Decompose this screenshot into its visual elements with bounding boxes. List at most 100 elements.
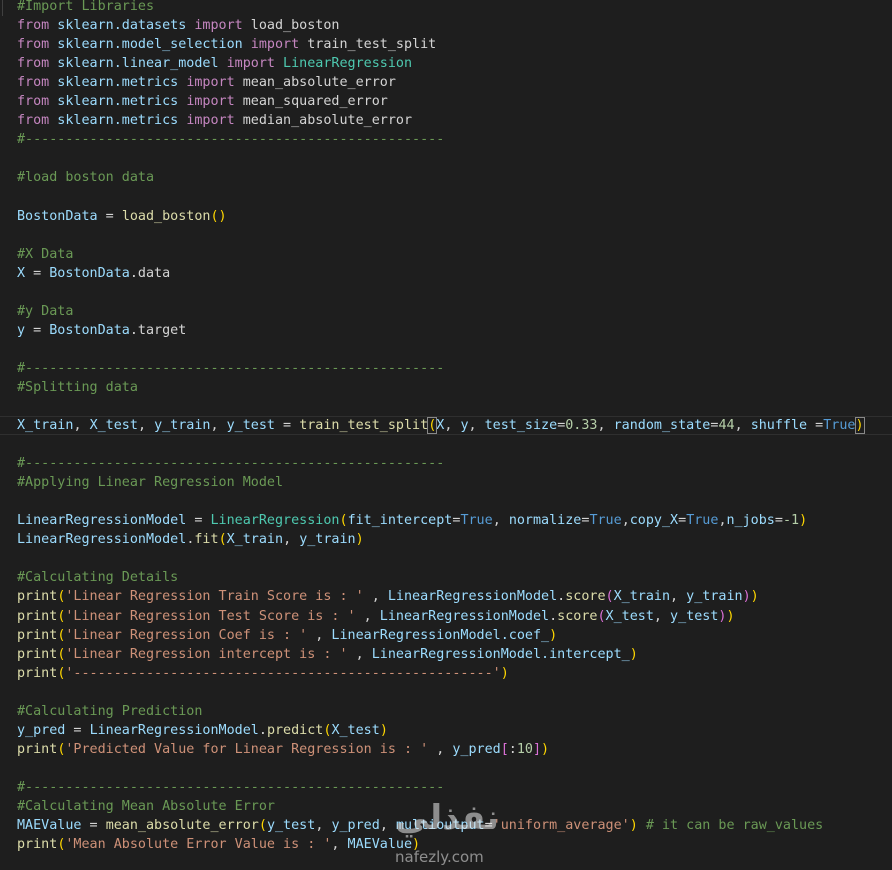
code-line[interactable]: X = BostonData.data [0, 264, 892, 283]
code-token: #load boston data [17, 170, 155, 186]
code-line[interactable] [0, 149, 892, 168]
code-editor[interactable]: #Import Libraries from sklearn.datasets i… [0, 0, 892, 854]
code-line[interactable]: #---------------------------------------… [0, 359, 892, 378]
code-line[interactable]: from sklearn.metrics import median_absol… [0, 111, 892, 130]
code-line[interactable]: print('---------------------------------… [0, 664, 892, 683]
code-token: y_train [686, 589, 743, 605]
code-token: #---------------------------------------… [17, 779, 445, 795]
code-token: = [484, 818, 493, 834]
code-token: score [565, 589, 606, 605]
code-line[interactable]: #X Data [0, 245, 892, 264]
code-token: , [210, 418, 227, 434]
code-token: ( [339, 513, 348, 529]
code-line[interactable] [0, 549, 892, 568]
code-token: print [17, 741, 58, 757]
code-token: test_size [484, 418, 558, 434]
code-line[interactable]: print('Linear Regression intercept is : … [0, 645, 892, 664]
code-token: , [468, 418, 485, 434]
code-token: 0.33 [565, 418, 598, 434]
code-line[interactable]: #y Data [0, 302, 892, 321]
code-token: ( [258, 818, 267, 834]
code-token: = [275, 418, 300, 434]
code-line[interactable]: print('Predicted Value for Linear Regres… [0, 740, 892, 759]
code-line[interactable]: print('Linear Regression Coef is : ' , L… [0, 626, 892, 645]
code-token: LinearRegressionModel [387, 589, 558, 605]
code-line[interactable] [0, 283, 892, 302]
code-line[interactable]: y_pred = LinearRegressionModel.predict(X… [0, 721, 892, 740]
code-token: = [186, 513, 211, 529]
code-line[interactable]: print ('Linear Regression Test Score is :… [0, 607, 892, 626]
code-token: = [807, 418, 824, 434]
code-token: print [17, 589, 58, 605]
code-line[interactable] [0, 435, 892, 454]
code-line[interactable]: X_train, X_test, y_train, y_test = train… [0, 416, 892, 436]
code-token: 10 [516, 741, 533, 757]
code-token: . [549, 608, 558, 624]
code-token: .data [129, 265, 171, 281]
code-line[interactable]: y = BostonData.target [0, 321, 892, 340]
code-line[interactable]: from sklearn.datasets import load_boston [0, 16, 892, 35]
code-token: import [250, 37, 300, 53]
code-token: score [557, 608, 598, 624]
code-line[interactable]: #load boston data [0, 168, 892, 187]
code-line[interactable] [0, 187, 892, 206]
code-line[interactable]: BostonData = load_boston() [0, 207, 892, 226]
code-line[interactable] [0, 492, 892, 511]
code-line[interactable]: LinearRegressionModel.fit(X_train, y_tra… [0, 530, 892, 549]
code-token: import [194, 18, 243, 34]
code-token: , [428, 741, 453, 757]
code-token: import [186, 75, 235, 91]
code-token: predict [266, 722, 324, 738]
code-line[interactable]: #Import Libraries [0, 0, 892, 17]
code-line[interactable]: #Splitting data [0, 378, 892, 397]
code-token: ) [500, 665, 509, 681]
code-token: X_test [605, 608, 654, 624]
code-line[interactable] [0, 759, 892, 778]
code-token: normalize [508, 513, 582, 529]
code-line[interactable]: LinearRegressionModel = LinearRegression… [0, 511, 892, 530]
code-token: n_jobs [726, 513, 775, 529]
code-token: print [17, 665, 58, 681]
code-line[interactable]: from sklearn.metrics import mean_absolut… [0, 73, 892, 92]
code-line[interactable]: from sklearn.model_selection import trai… [0, 35, 892, 54]
code-token: 'Linear Regression Coef is : ' [65, 627, 308, 643]
code-token: , [492, 513, 509, 529]
code-token: 'Linear Regression intercept is : ' [65, 646, 348, 662]
code-line[interactable]: print ('Linear Regression Train Score is … [0, 587, 892, 606]
code-line[interactable] [0, 397, 892, 416]
code-line[interactable]: #---------------------------------------… [0, 778, 892, 797]
code-token: y_test [266, 818, 316, 834]
code-token: = [25, 322, 50, 338]
code-token: MAEValue [17, 818, 82, 834]
code-line[interactable]: #Calculating Details [0, 568, 892, 587]
code-token: mean_absolute_error [105, 818, 259, 834]
code-token: #Calculating Details [17, 570, 179, 586]
code-token: 'Predicted Value for Linear Regression i… [65, 741, 429, 757]
code-token: y_test [670, 608, 719, 624]
code-token: True [823, 418, 856, 434]
code-token: multioutput [395, 818, 485, 834]
code-token: BostonData [49, 322, 130, 338]
code-line[interactable]: #---------------------------------------… [0, 454, 892, 473]
code-line[interactable]: #Calculating Mean Absolute Error [0, 797, 892, 816]
code-line[interactable] [0, 226, 892, 245]
code-line[interactable]: #---------------------------------------… [0, 130, 892, 149]
code-token: LinearRegressionModel [379, 608, 550, 624]
code-token: from [17, 37, 50, 53]
code-token: # it can be raw_values [637, 818, 824, 834]
code-token: , [718, 513, 727, 529]
code-token: X_test [89, 418, 138, 434]
code-token: True [589, 513, 622, 529]
code-token: mean_squared_error [234, 94, 388, 110]
code-line[interactable] [0, 340, 892, 359]
code-line[interactable]: MAEValue = mean_absolute_error(y_test, y… [0, 816, 892, 835]
code-line[interactable] [0, 683, 892, 702]
code-line[interactable]: #Applying Linear Regression Model [0, 473, 892, 492]
code-token: , [653, 608, 671, 624]
code-line[interactable]: from sklearn.linear_model import LinearR… [0, 54, 892, 73]
code-token: sklearn.linear_model [49, 56, 227, 72]
code-line[interactable]: #Calculating Prediction [0, 702, 892, 721]
code-line[interactable]: print('Mean Absolute Error Value is : ',… [0, 835, 892, 854]
code-token: 'Linear Regression Train Score is : ' [65, 589, 364, 605]
code-line[interactable]: from sklearn.metrics import mean_squared… [0, 92, 892, 111]
